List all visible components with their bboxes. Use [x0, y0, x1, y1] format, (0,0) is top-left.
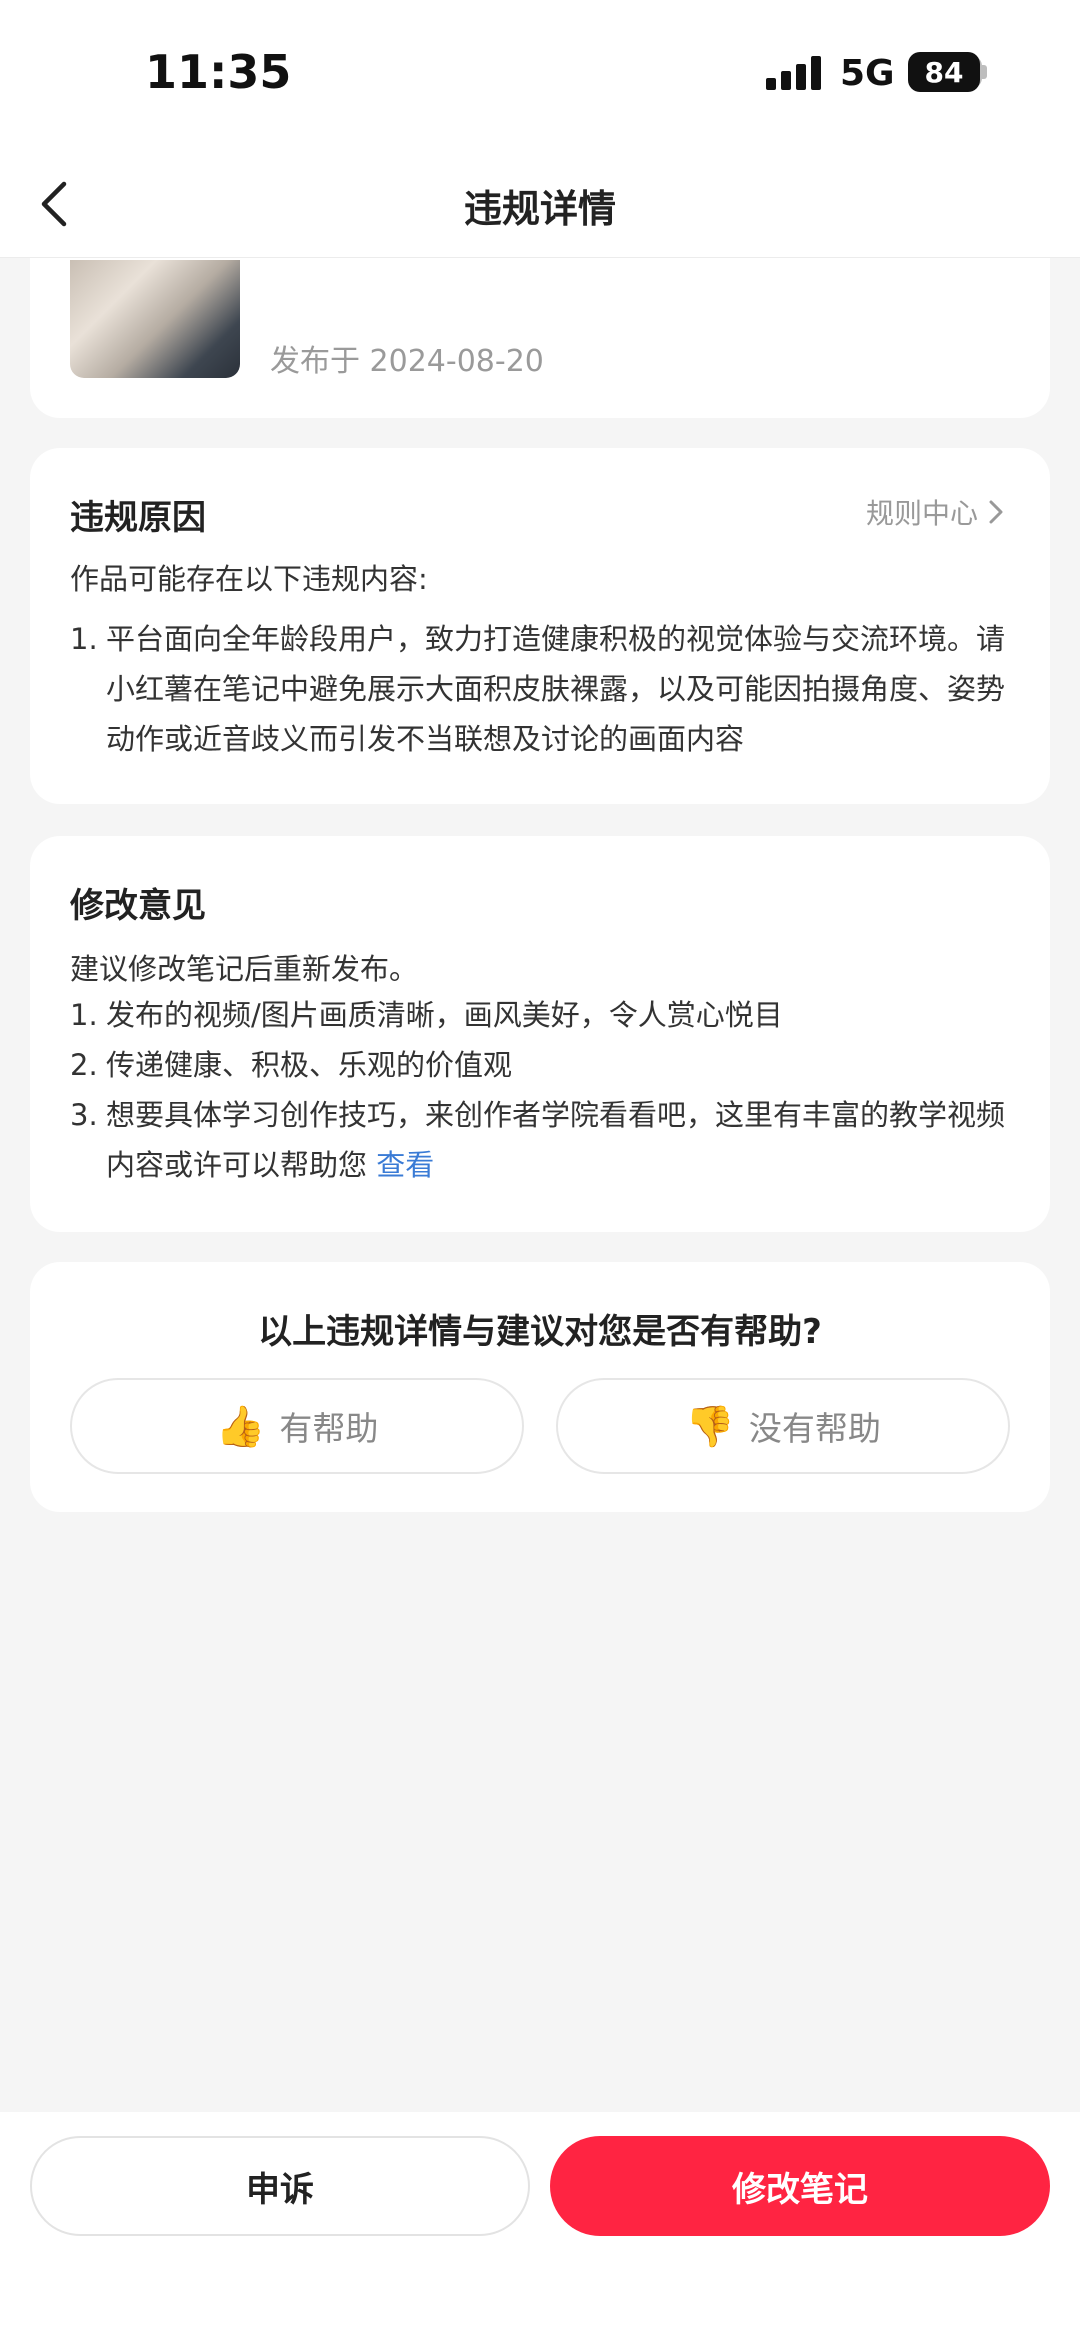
- nav-bar: 违规详情: [0, 150, 1080, 258]
- edit-note-button[interactable]: 修改笔记: [550, 2136, 1050, 2236]
- list-number: 2.: [70, 1048, 98, 1082]
- thumbs-down-icon: 👎: [685, 1403, 735, 1450]
- status-bar: 11:35 5G 84: [0, 0, 1080, 150]
- status-time: 11:35: [145, 45, 292, 99]
- suggestion-item-text: 想要具体学习创作技巧，来创作者学院看看吧，这里有丰富的教学视频内容或许可以帮助您: [106, 1098, 1006, 1182]
- helpful-button[interactable]: 👍 有帮助: [70, 1378, 524, 1474]
- thumbs-up-icon: 👍: [215, 1403, 266, 1450]
- suggestion-title: 修改意见: [70, 886, 206, 926]
- suggestion-item: 1. 发布的视频/图片画质清晰，画风美好，令人赏心悦目: [70, 990, 1020, 1040]
- battery-icon: 84: [908, 52, 980, 92]
- suggestion-card: 修改意见 建议修改笔记后重新发布。 1. 发布的视频/图片画质清晰，画风美好，令…: [30, 836, 1050, 1232]
- suggestion-item: 2. 传递健康、积极、乐观的价值观: [70, 1040, 1020, 1090]
- battery-level: 84: [924, 55, 964, 89]
- post-thumbnail[interactable]: [70, 260, 240, 378]
- signal-icon: [766, 56, 822, 90]
- bottom-action-bar: 申诉 修改笔记: [0, 2112, 1080, 2341]
- view-link[interactable]: 查看: [376, 1148, 434, 1182]
- network-type: 5G: [840, 53, 895, 94]
- chevron-right-icon: [989, 500, 1003, 524]
- rules-center-link[interactable]: 规则中心: [866, 492, 1004, 532]
- list-number: 3.: [70, 1098, 98, 1132]
- helpful-label: 有帮助: [279, 1409, 379, 1448]
- suggestion-item-text: 发布的视频/图片画质清晰，画风美好，令人赏心悦目: [106, 998, 783, 1032]
- appeal-button[interactable]: 申诉: [30, 2136, 530, 2236]
- violation-title: 违规原因: [70, 498, 206, 538]
- feedback-question: 以上违规详情与建议对您是否有帮助?: [258, 1312, 822, 1352]
- feedback-card: 以上违规详情与建议对您是否有帮助? 👍 有帮助 👎 没有帮助: [30, 1262, 1050, 1512]
- suggestion-item: 3. 想要具体学习创作技巧，来创作者学院看看吧，这里有丰富的教学视频内容或许可以…: [70, 1090, 1020, 1190]
- not-helpful-label: 没有帮助: [748, 1409, 881, 1448]
- suggestion-item-text: 传递健康、积极、乐观的价值观: [106, 1048, 513, 1082]
- violation-card: 违规原因 规则中心 作品可能存在以下违规内容: 1. 平台面向全年龄段用户，致力…: [30, 448, 1050, 804]
- page-title: 违规详情: [463, 187, 616, 231]
- violation-item: 1. 平台面向全年龄段用户，致力打造健康积极的视觉体验与交流环境。请小红薯在笔记…: [70, 614, 1020, 764]
- suggestion-intro: 建议修改笔记后重新发布。: [70, 952, 419, 986]
- violation-item-text: 平台面向全年龄段用户，致力打造健康积极的视觉体验与交流环境。请小红薯在笔记中避免…: [106, 622, 1006, 756]
- post-date: 发布于 2024-08-20: [270, 344, 544, 379]
- suggestion-item-body: 想要具体学习创作技巧，来创作者学院看看吧，这里有丰富的教学视频内容或许可以帮助您…: [106, 1090, 1020, 1190]
- violation-intro: 作品可能存在以下违规内容:: [70, 562, 428, 596]
- list-number: 1.: [70, 622, 98, 656]
- rules-center-label: 规则中心: [865, 497, 978, 530]
- not-helpful-button[interactable]: 👎 没有帮助: [556, 1378, 1010, 1474]
- battery-cap: [982, 65, 987, 79]
- list-number: 1.: [70, 998, 98, 1032]
